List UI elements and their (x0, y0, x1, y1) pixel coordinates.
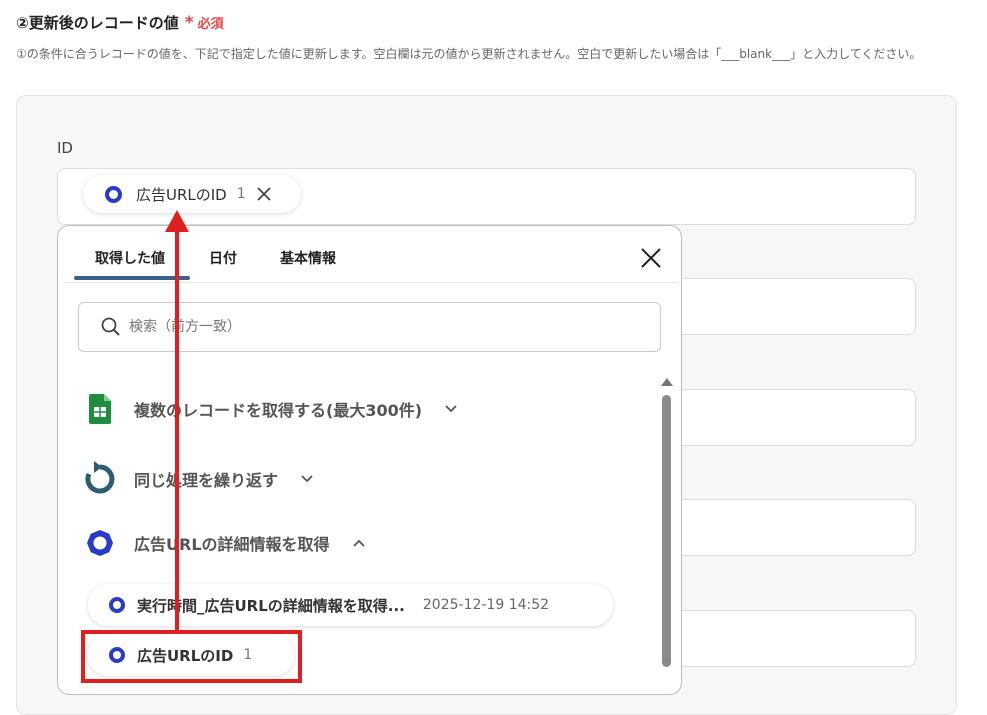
scrollbar-up-arrow[interactable] (661, 378, 673, 386)
close-icon[interactable] (256, 186, 272, 202)
tab-divider (64, 282, 677, 283)
search-input[interactable] (127, 318, 627, 336)
scrollbar-thumb[interactable] (662, 395, 671, 667)
id-value-chip[interactable]: 広告URLのID 1 (83, 175, 301, 213)
required-star: * (184, 12, 194, 33)
tab-date[interactable]: 日付 (209, 248, 237, 268)
chevron-up-icon (352, 538, 366, 548)
tab-acquired-values[interactable]: 取得した値 (95, 248, 165, 268)
active-tab-underline (74, 276, 190, 280)
loop-icon (82, 461, 118, 497)
tree-item-get-records[interactable]: 複数のレコードを取得する(最大300件) (82, 394, 458, 424)
value-chip-execution-time[interactable]: 実行時間_広告URLの詳細情報を取得... 2025-12-19 14:52 (88, 584, 613, 626)
value-chip-label: 実行時間_広告URLの詳細情報を取得... (137, 596, 405, 615)
highlight-box (81, 630, 302, 683)
ring-icon (105, 185, 122, 203)
value-chip-timestamp: 2025-12-19 14:52 (422, 597, 550, 613)
tree-item-label: 複数のレコードを取得する(最大300件) (134, 401, 423, 420)
section-description: ①の条件に合うレコードの値を、下記で指定した値に更新します。空白欄は元の値から更… (16, 47, 922, 61)
section-title-text: ②更新後のレコードの値 (16, 14, 179, 32)
required-label: 必須 (197, 17, 224, 32)
chevron-down-icon (444, 404, 458, 414)
field-label-id: ID (57, 139, 73, 157)
tree-item-label: 同じ処理を繰り返す (134, 471, 279, 490)
tab-basic-info[interactable]: 基本情報 (280, 248, 336, 268)
ring-icon (109, 597, 125, 613)
close-button[interactable] (639, 246, 663, 270)
chip-label: 広告URLのID (136, 185, 227, 204)
tree-item-loop[interactable]: 同じ処理を繰り返す (82, 461, 314, 497)
ring-icon (82, 528, 118, 558)
tree-item-label: 広告URLの詳細情報を取得 (134, 535, 330, 554)
section-title: ②更新後のレコードの値 * 必須 (16, 12, 224, 33)
tree-item-ad-url-details[interactable]: 広告URLの詳細情報を取得 (82, 528, 366, 558)
search-icon (101, 317, 121, 337)
chip-count: 1 (236, 186, 246, 202)
close-icon[interactable] (639, 246, 663, 270)
search-box[interactable] (78, 302, 661, 352)
google-sheets-icon (82, 394, 118, 424)
chevron-down-icon (300, 474, 314, 484)
